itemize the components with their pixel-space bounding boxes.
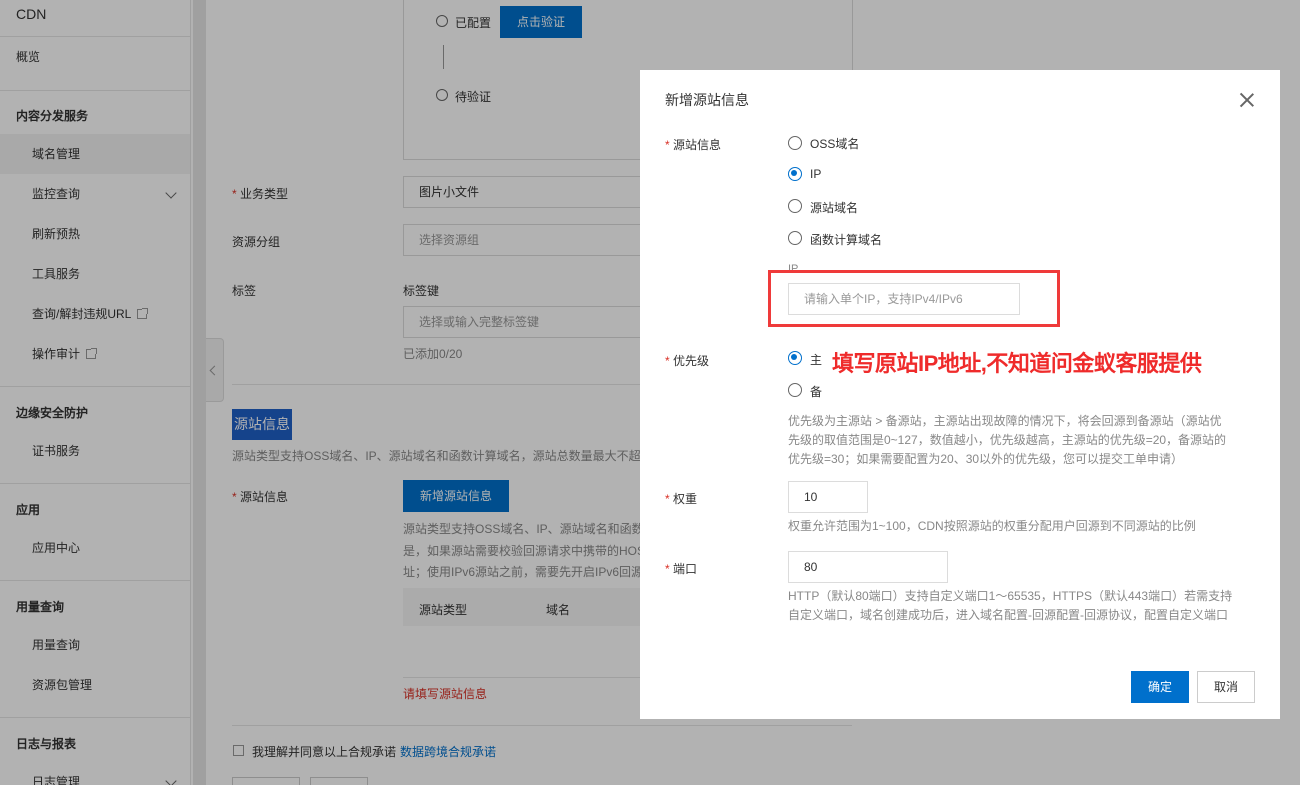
port-label: 端口 [665,560,697,577]
dialog-title: 新增源站信息 [665,92,749,108]
ok-button[interactable]: 确定 [1131,671,1189,703]
priority-help: 优先级为主源站 > 备源站，主源站出现故障的情况下，将会回源到备源站（源站优 先… [788,412,1226,469]
radio-label-main[interactable]: 主 [810,351,822,368]
help-line: 优先级=30；如果需要配置为20、30以外的优先级，您可以提交工单申请） [788,452,1184,466]
add-origin-dialog: 新增源站信息 源站信息 OSS域名 IP 源站域名 函数计算域名 IP 请输入单… [640,70,1280,719]
priority-label: 优先级 [665,352,709,369]
radio-label-oss[interactable]: OSS域名 [810,135,859,152]
help-line: 先级的取值范围是0~127，数值越小，优先级越高，主源站的优先级=20，备源站的 [788,433,1227,447]
radio-priority-main[interactable] [788,351,802,365]
radio-origin-domain[interactable] [788,199,802,213]
radio-label-ip[interactable]: IP [810,167,821,181]
radio-label-origin-domain[interactable]: 源站域名 [810,199,858,216]
help-line: 优先级为主源站 > 备源站，主源站出现故障的情况下，将会回源到备源站（源站优 [788,414,1222,428]
annotation-highlight-box [768,270,1060,327]
weight-input[interactable]: 10 [788,481,868,513]
origin-info-label: 源站信息 [665,136,721,153]
close-icon[interactable] [1238,91,1256,109]
radio-label-backup[interactable]: 备 [810,383,822,400]
weight-label: 权重 [665,490,697,507]
radio-label-fc-domain[interactable]: 函数计算域名 [810,231,882,248]
port-help: HTTP（默认80端口）支持自定义端口1～65535，HTTPS（默认443端口… [788,587,1232,625]
help-line: 自定义端口，域名创建成功后，进入域名配置-回源配置-回源协议，配置自定义端口 [788,608,1228,622]
radio-priority-backup[interactable] [788,383,802,397]
radio-fc-domain[interactable] [788,231,802,245]
radio-ip[interactable] [788,167,802,181]
radio-oss[interactable] [788,136,802,150]
annotation-text: 填写原站IP地址,不知道问金蚁客服提供 [832,351,1202,376]
weight-help: 权重允许范围为1~100，CDN按照源站的权重分配用户回源到不同源站的比例 [788,519,1196,533]
cancel-button[interactable]: 取消 [1197,671,1255,703]
help-line: HTTP（默认80端口）支持自定义端口1～65535，HTTPS（默认443端口… [788,589,1233,603]
port-input[interactable]: 80 [788,551,948,583]
